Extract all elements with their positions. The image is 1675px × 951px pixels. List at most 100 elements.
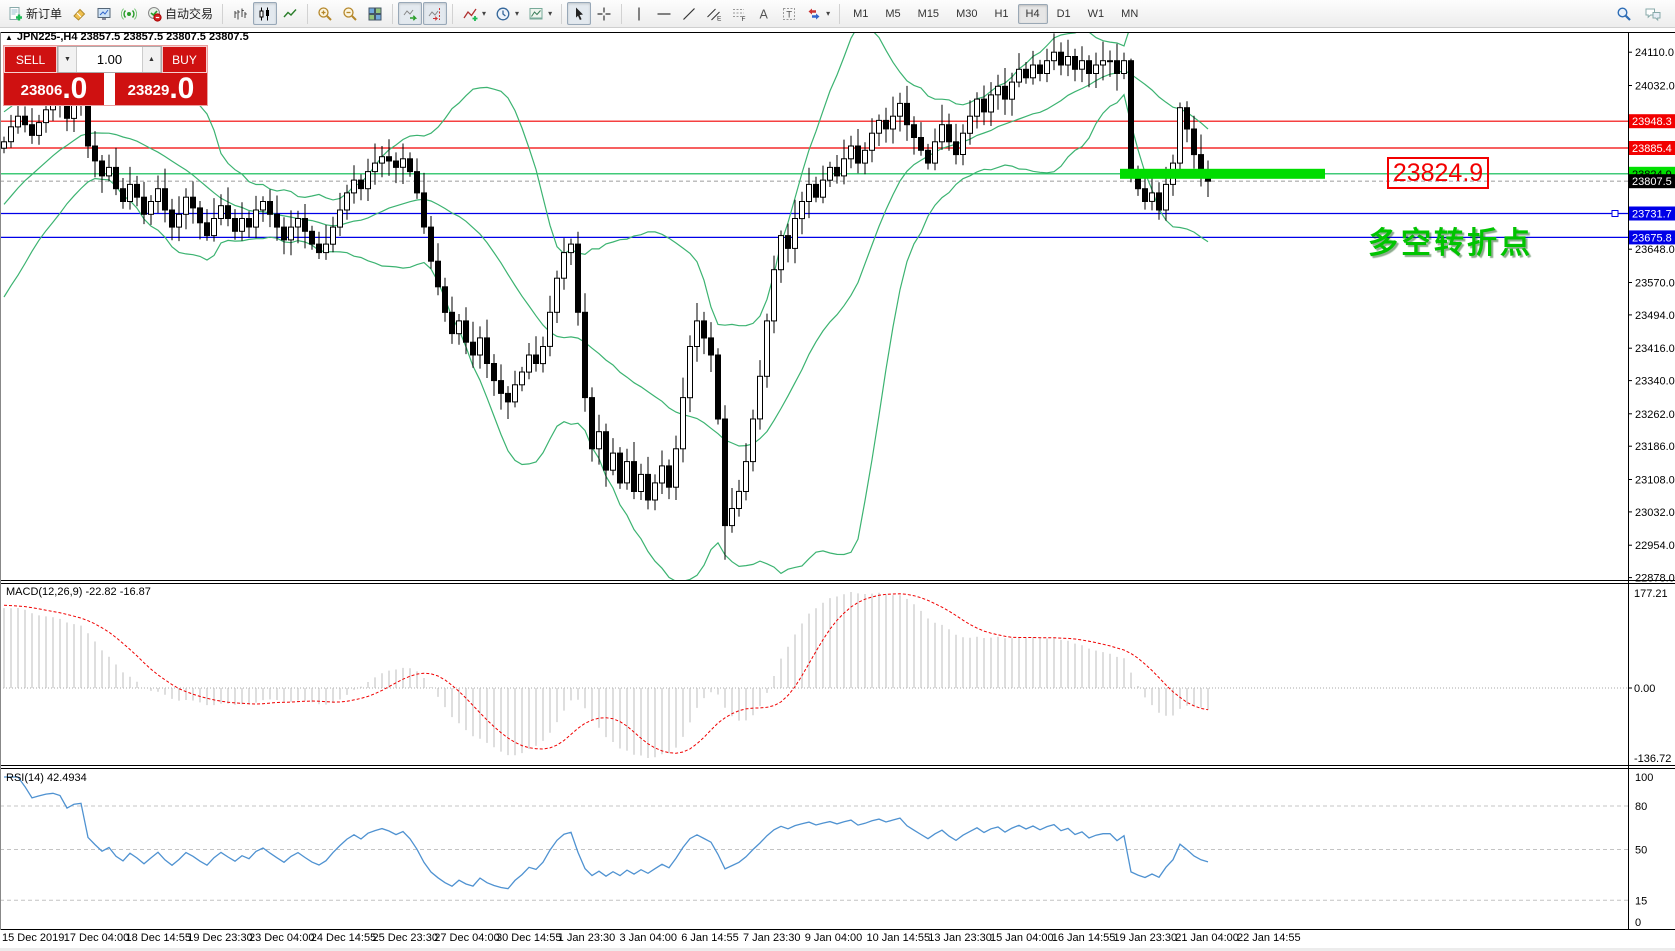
indicators-icon xyxy=(462,6,478,22)
templates-button[interactable]: ▾ xyxy=(524,2,556,25)
horizontal-line-tool-button[interactable] xyxy=(652,2,676,25)
svg-text:23648.0: 23648.0 xyxy=(1635,244,1675,256)
time-axis-label: 1 Jan 23:30 xyxy=(558,932,616,944)
candlestick-mode-button[interactable] xyxy=(253,2,277,25)
timeframe-m30-button[interactable]: M30 xyxy=(948,4,985,24)
rsi-line xyxy=(4,777,1208,889)
search-button[interactable] xyxy=(1612,2,1636,25)
bar-chart-icon xyxy=(232,6,248,22)
fibonacci-tool-button[interactable]: F xyxy=(727,2,751,25)
line-chart-mode-button[interactable] xyxy=(278,2,302,25)
zoom-in-button[interactable] xyxy=(313,2,337,25)
timeframe-mn-button[interactable]: MN xyxy=(1113,4,1146,24)
equidistant-channel-tool-button[interactable]: E xyxy=(702,2,726,25)
signals-icon xyxy=(121,6,137,22)
time-axis-label: 6 Jan 14:55 xyxy=(681,932,739,944)
auto-scroll-icon xyxy=(402,6,418,22)
buy-button[interactable]: BUY xyxy=(162,46,207,73)
svg-text:F: F xyxy=(742,16,746,22)
svg-text:23340.0: 23340.0 xyxy=(1635,376,1675,388)
volume-decrease-button[interactable]: ▼ xyxy=(58,47,77,72)
timeframe-m1-button[interactable]: M1 xyxy=(845,4,876,24)
tile-windows-button[interactable] xyxy=(363,2,387,25)
arrows-tool-button[interactable]: ▾ xyxy=(802,2,834,25)
chat-button[interactable] xyxy=(1640,2,1666,25)
auto-scroll-button[interactable] xyxy=(398,2,422,25)
toolbar-separator xyxy=(452,4,453,24)
templates-icon xyxy=(528,6,544,22)
toolbar-separator xyxy=(561,4,562,24)
volume-increase-button[interactable]: ▲ xyxy=(142,47,161,72)
new-order-icon xyxy=(7,6,23,22)
buy-price[interactable]: 23829.0 xyxy=(115,73,207,105)
bar-chart-mode-button[interactable] xyxy=(228,2,252,25)
svg-text:E: E xyxy=(717,15,722,22)
timeframe-d1-button[interactable]: D1 xyxy=(1049,4,1079,24)
svg-text:23731.7: 23731.7 xyxy=(1632,209,1672,221)
svg-text:23675.8: 23675.8 xyxy=(1632,232,1672,244)
indicators-button[interactable]: ▾ xyxy=(458,2,490,25)
sell-price[interactable]: 23806.0 xyxy=(4,73,104,105)
arrows-caret-icon: ▾ xyxy=(826,9,830,18)
green-highlight-zone[interactable] xyxy=(1120,169,1325,179)
buy-price-main: 23829 xyxy=(128,78,170,104)
collapse-triangle-icon[interactable]: ▲ xyxy=(5,33,13,42)
channel-icon: E xyxy=(706,6,722,22)
time-axis-label: 22 Jan 14:55 xyxy=(1237,932,1301,944)
chart-title-text: JPN225-,H4 23857.5 23857.5 23807.5 23807… xyxy=(17,31,249,43)
crosshair-icon xyxy=(596,6,612,22)
signals-button[interactable] xyxy=(117,2,141,25)
rsi-label: RSI(14) 42.4934 xyxy=(6,772,87,784)
text-tool-button[interactable]: A xyxy=(752,2,776,25)
time-axis-label: 23 Dec 04:00 xyxy=(249,932,314,944)
crosshair-tool-button[interactable] xyxy=(592,2,616,25)
toolbar-separator xyxy=(839,4,840,24)
periods-button[interactable]: ▾ xyxy=(491,2,523,25)
time-axis-label: 16 Jan 14:55 xyxy=(1052,932,1116,944)
cursor-icon xyxy=(571,6,587,22)
time-axis-label: 19 Dec 23:30 xyxy=(187,932,252,944)
zoom-out-button[interactable] xyxy=(338,2,362,25)
one-click-trading-panel: SELL ▼ 1.00 ▲ BUY 23806.0 23829.0 xyxy=(3,45,208,106)
zoom-in-icon xyxy=(317,6,333,22)
auto-trading-button[interactable]: 自动交易 xyxy=(142,2,217,25)
horizontal-line-icon xyxy=(656,6,672,22)
new-order-button[interactable]: 新订单 xyxy=(3,2,66,25)
vertical-line-tool-button[interactable] xyxy=(627,2,651,25)
text-label-tool-button[interactable]: T xyxy=(777,2,801,25)
market-watch-button[interactable] xyxy=(92,2,116,25)
timeframe-h1-button[interactable]: H1 xyxy=(986,4,1016,24)
time-axis-label: 13 Jan 23:30 xyxy=(928,932,992,944)
volume-input[interactable]: 1.00 xyxy=(77,47,142,72)
time-axis-label: 27 Dec 04:00 xyxy=(434,932,499,944)
chat-icon xyxy=(1644,6,1662,22)
time-axis-label: 17 Dec 04:00 xyxy=(64,932,129,944)
timeframe-h4-button[interactable]: H4 xyxy=(1018,4,1048,24)
chart-shift-icon xyxy=(427,6,443,22)
fibonacci-icon: F xyxy=(731,6,747,22)
turning-point-annotation[interactable]: 多空转折点 xyxy=(1368,218,1533,262)
svg-text:-136.72: -136.72 xyxy=(1634,753,1671,765)
chart-shift-button[interactable] xyxy=(423,2,447,25)
svg-text:23948.3: 23948.3 xyxy=(1632,116,1672,128)
time-axis[interactable]: 15 Dec 201917 Dec 04:0018 Dec 14:5519 De… xyxy=(0,931,1675,948)
auto-trading-label: 自动交易 xyxy=(165,5,213,22)
indicators-caret-icon: ▾ xyxy=(482,9,486,18)
sell-button[interactable]: SELL xyxy=(4,46,57,73)
time-axis-label: 19 Jan 23:30 xyxy=(1114,932,1178,944)
trendline-tool-button[interactable] xyxy=(677,2,701,25)
tile-windows-icon xyxy=(367,6,383,22)
timeframe-w1-button[interactable]: W1 xyxy=(1080,4,1113,24)
cursor-tool-button[interactable] xyxy=(567,2,591,25)
candlestick-series xyxy=(2,33,1211,559)
eraser-button[interactable] xyxy=(67,2,91,25)
price-tags: 23948.323885.423824.923807.523731.723675… xyxy=(1629,114,1675,244)
templates-caret-icon: ▾ xyxy=(548,9,552,18)
timeframe-m15-button[interactable]: M15 xyxy=(910,4,947,24)
chart-canvas[interactable]: 24110.024032.023648.023570.023494.023416… xyxy=(0,0,1675,951)
macd-label: MACD(12,26,9) -22.82 -16.87 xyxy=(6,586,151,598)
price-callout-box[interactable]: 23824.9 xyxy=(1387,157,1489,189)
new-order-label: 新订单 xyxy=(26,5,62,22)
hline-handle[interactable] xyxy=(1612,211,1618,217)
timeframe-m5-button[interactable]: M5 xyxy=(877,4,908,24)
